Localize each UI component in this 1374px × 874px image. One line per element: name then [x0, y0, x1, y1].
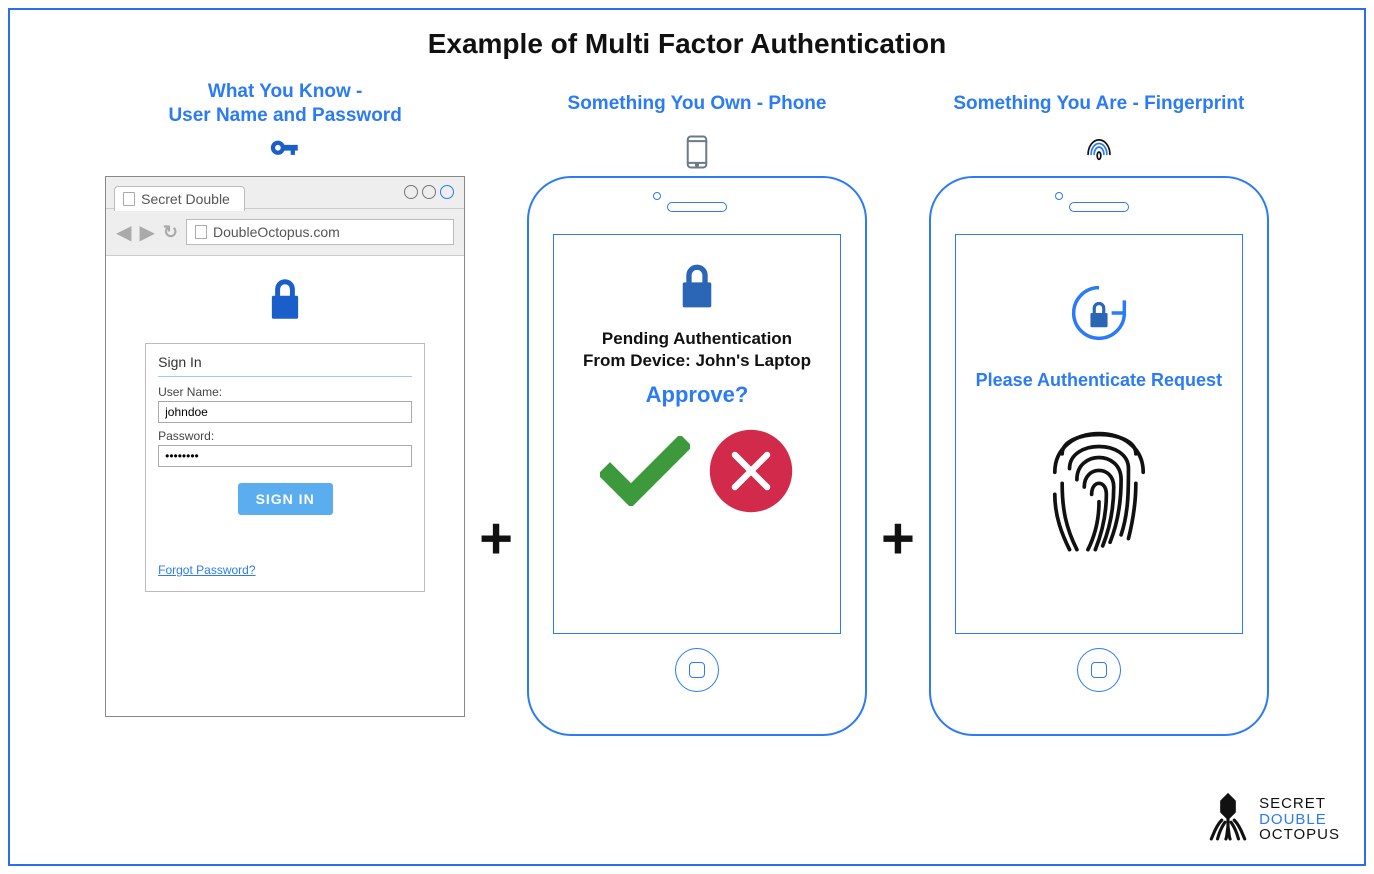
key-icon [268, 134, 302, 170]
fingerprint-small-icon [1084, 134, 1114, 170]
diagram-frame: Example of Multi Factor Authentication W… [8, 8, 1366, 866]
address-bar-text: DoubleOctopus.com [213, 224, 340, 240]
phone-screen-own: Pending Authentication From Device: John… [553, 234, 841, 634]
forward-icon[interactable]: ▶ [140, 220, 155, 245]
signin-title: Sign In [158, 354, 412, 377]
reload-icon[interactable]: ↻ [163, 222, 178, 243]
lock-icon [675, 261, 719, 316]
pending-auth-text: Pending Authentication From Device: John… [583, 328, 811, 372]
plus-icon: + [877, 505, 919, 572]
octopus-icon [1207, 793, 1249, 846]
back-icon[interactable]: ◀ [116, 220, 131, 245]
fingerprint-icon[interactable] [1039, 417, 1159, 562]
approve-row [600, 428, 794, 519]
forgot-password-link[interactable]: Forgot Password? [158, 563, 412, 577]
phone-icon [686, 134, 708, 170]
factor-know-heading-l1: What You Know - [208, 81, 362, 102]
factor-are-column: Something You Are - Fingerprint [929, 80, 1269, 736]
browser-tab-label: Secret Double [141, 191, 230, 207]
browser-body: Sign In User Name: Password: SIGN IN For… [106, 256, 464, 716]
phone-speaker [1069, 202, 1129, 212]
window-dot[interactable] [404, 185, 418, 199]
brand-text: SECRET DOUBLE OCTOPUS [1259, 796, 1340, 843]
password-label: Password: [158, 429, 412, 443]
pending-line-1: Pending Authentication [602, 329, 792, 348]
authenticate-prompt: Please Authenticate Request [976, 370, 1222, 391]
approve-check-icon[interactable] [600, 436, 690, 511]
phone-mock-are: Please Authenticate Request [929, 176, 1269, 736]
phone-home-button[interactable] [675, 648, 719, 692]
username-label: User Name: [158, 385, 412, 399]
factors-row: What You Know - User Name and Password S… [10, 80, 1364, 736]
signin-panel: Sign In User Name: Password: SIGN IN For… [145, 343, 425, 592]
phone-screen-are: Please Authenticate Request [955, 234, 1243, 634]
factor-know-heading-l2: User Name and Password [168, 105, 401, 126]
signin-button[interactable]: SIGN IN [238, 483, 333, 515]
brand-logo: SECRET DOUBLE OCTOPUS [1207, 793, 1340, 846]
password-field[interactable] [158, 445, 412, 467]
phone-speaker [667, 202, 727, 212]
browser-toolbar: ◀ ▶ ↻ DoubleOctopus.com [106, 209, 464, 256]
window-dot[interactable] [422, 185, 436, 199]
username-field[interactable] [158, 401, 412, 423]
page-icon [195, 225, 207, 239]
approve-prompt: Approve? [646, 382, 749, 408]
reject-x-icon[interactable] [708, 428, 794, 519]
factor-know-column: What You Know - User Name and Password S… [105, 80, 465, 717]
browser-window: Secret Double ◀ ▶ ↻ DoubleOctopus.com [105, 176, 465, 717]
factor-own-column: Something You Own - Phone Pending Authen… [527, 80, 867, 736]
page-icon [123, 192, 135, 206]
browser-tab[interactable]: Secret Double [114, 186, 245, 211]
pending-line-2: From Device: John's Laptop [583, 351, 811, 370]
factor-know-heading: What You Know - User Name and Password [168, 80, 401, 128]
phone-mock-own: Pending Authentication From Device: John… [527, 176, 867, 736]
phone-camera-dot [1055, 192, 1063, 200]
window-dot[interactable] [440, 185, 454, 199]
brand-line-2: DOUBLE [1259, 812, 1340, 828]
window-controls [404, 185, 454, 199]
plus-icon: + [475, 505, 517, 572]
phone-home-button[interactable] [1077, 648, 1121, 692]
address-bar[interactable]: DoubleOctopus.com [186, 219, 454, 245]
brand-line-3: OCTOPUS [1259, 827, 1340, 843]
brand-line-1: SECRET [1259, 796, 1340, 812]
phone-camera-dot [653, 192, 661, 200]
lock-cycle-icon [1061, 275, 1137, 356]
lock-icon [265, 276, 305, 327]
factor-are-heading: Something You Are - Fingerprint [953, 80, 1244, 128]
diagram-title: Example of Multi Factor Authentication [10, 28, 1364, 60]
factor-own-heading: Something You Own - Phone [568, 80, 827, 128]
browser-tabbar: Secret Double [106, 177, 464, 209]
